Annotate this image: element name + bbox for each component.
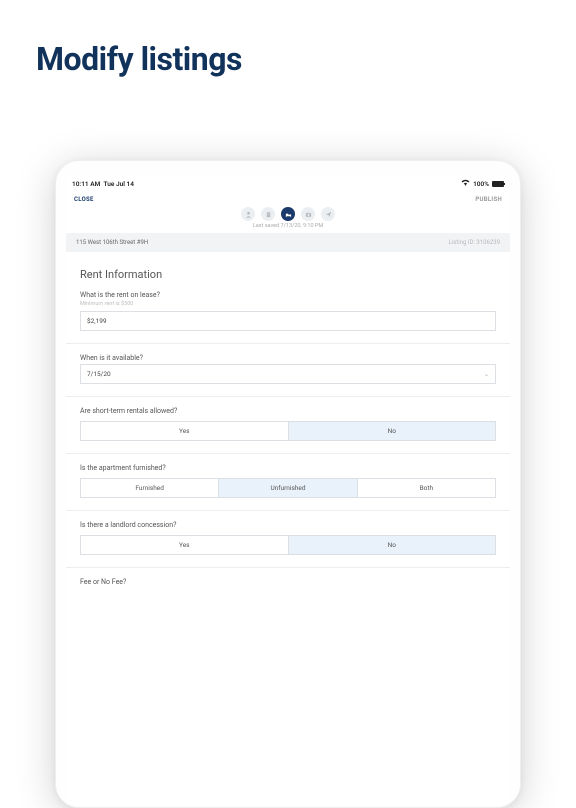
concession-yes[interactable]: Yes	[80, 535, 289, 555]
concession-label: Is there a landlord concession?	[80, 521, 496, 529]
chevron-down-icon: ⌄	[484, 371, 489, 378]
tab-bed[interactable]	[281, 207, 295, 221]
available-label: When is it available?	[80, 354, 496, 362]
furnished-option[interactable]: Furnished	[80, 478, 219, 498]
nav-row: CLOSE PUBLISH	[66, 190, 510, 205]
battery-icon	[492, 181, 504, 187]
short-term-no[interactable]: No	[289, 421, 497, 441]
publish-button[interactable]: PUBLISH	[475, 196, 502, 203]
listing-bar: 115 West 106th Street #9H Listing ID: 31…	[66, 233, 510, 252]
listing-address: 115 West 106th Street #9H	[76, 239, 148, 246]
close-button[interactable]: CLOSE	[74, 196, 94, 203]
both-option[interactable]: Both	[358, 478, 496, 498]
divider	[66, 510, 510, 511]
short-term-segment: Yes No	[80, 421, 496, 441]
concession-segment: Yes No	[80, 535, 496, 555]
building-icon	[265, 211, 272, 218]
battery-percent: 100%	[473, 180, 489, 188]
divider	[66, 396, 510, 397]
send-icon	[325, 211, 332, 218]
divider	[66, 567, 510, 568]
tab-building[interactable]	[261, 207, 275, 221]
page-title: Modify listings	[0, 0, 576, 118]
step-tabs	[66, 205, 510, 223]
available-value: 7/15/20	[87, 370, 111, 378]
section-title: Rent Information	[80, 268, 496, 281]
last-saved-text: Last saved 7/13/20, 9:10 PM	[66, 223, 510, 233]
tab-send[interactable]	[321, 207, 335, 221]
bed-icon	[285, 211, 292, 218]
rent-label: What is the rent on lease?	[80, 291, 496, 299]
furnished-label: Is the apartment furnished?	[80, 464, 496, 472]
status-bar: 10:11 AM Tue Jul 14 100%	[66, 175, 510, 190]
camera-icon	[305, 211, 312, 218]
device-frame: 10:11 AM Tue Jul 14 100% CLOSE PUBLISH	[55, 160, 521, 808]
available-date-select[interactable]: 7/15/20 ⌄	[80, 364, 496, 384]
furnished-segment: Furnished Unfurnished Both	[80, 478, 496, 498]
tab-person[interactable]	[241, 207, 255, 221]
person-icon	[245, 211, 252, 218]
rent-input[interactable]: $2,199	[80, 311, 496, 331]
short-term-label: Are short-term rentals allowed?	[80, 407, 496, 415]
fee-label: Fee or No Fee?	[80, 578, 496, 586]
divider	[66, 343, 510, 344]
rent-hint: Minimum rent is $500	[80, 301, 496, 307]
screen: 10:11 AM Tue Jul 14 100% CLOSE PUBLISH	[66, 175, 510, 807]
tab-camera[interactable]	[301, 207, 315, 221]
concession-no[interactable]: No	[289, 535, 497, 555]
wifi-icon	[461, 179, 470, 188]
status-time-date: 10:11 AM Tue Jul 14	[72, 180, 134, 188]
short-term-yes[interactable]: Yes	[80, 421, 289, 441]
unfurnished-option[interactable]: Unfurnished	[219, 478, 357, 498]
divider	[66, 453, 510, 454]
listing-id: Listing ID: 3106239	[449, 239, 501, 246]
